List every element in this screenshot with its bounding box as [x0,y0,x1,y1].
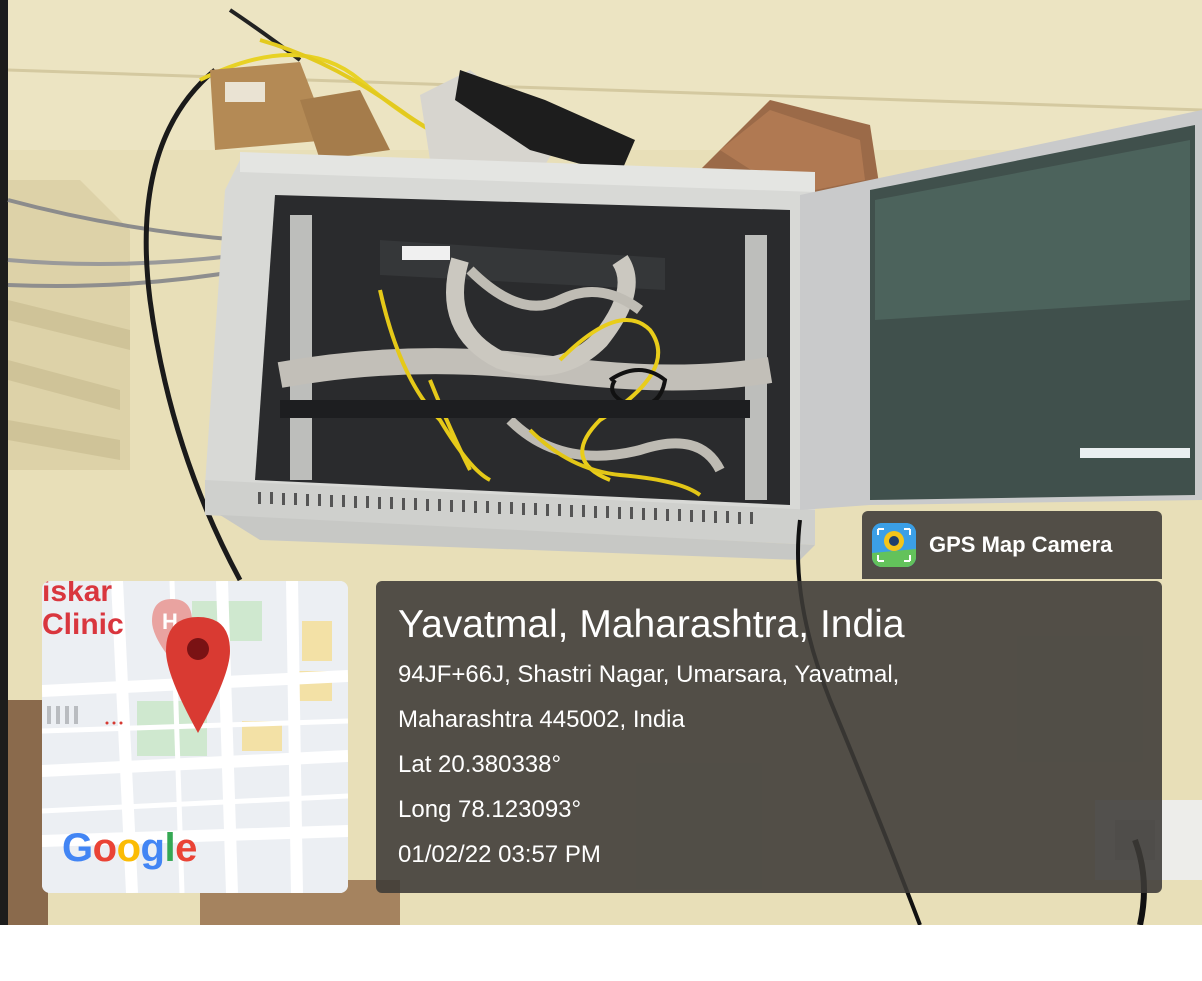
google-logo: Google [62,826,197,870]
photo-scene: GPS Map Camera H iskar Clinic Google Yav… [0,0,1202,981]
address-line-2: Maharashtra 445002, India [398,706,685,733]
location-info-panel: Yavatmal, Maharashtra, India 94JF+66J, S… [376,581,1162,893]
datetime-text: 01/02/22 03:57 PM [398,841,601,868]
map-place-label-fragment: iskar [42,581,113,608]
map-pin-icon [166,617,230,733]
location-title: Yavatmal, Maharashtra, India [398,603,905,646]
map-thumbnail: H iskar Clinic Google [42,581,348,893]
gps-map-camera-icon [872,523,916,567]
gps-map-camera-badge: GPS Map Camera [862,511,1162,579]
latitude-text: Lat 20.380338° [398,751,562,778]
map-place-label-clinic: Clinic [42,608,124,641]
longitude-text: Long 78.123093° [398,796,582,823]
gps-map-camera-label: GPS Map Camera [929,532,1113,557]
address-line-1: 94JF+66J, Shastri Nagar, Umarsara, Yavat… [398,661,900,688]
